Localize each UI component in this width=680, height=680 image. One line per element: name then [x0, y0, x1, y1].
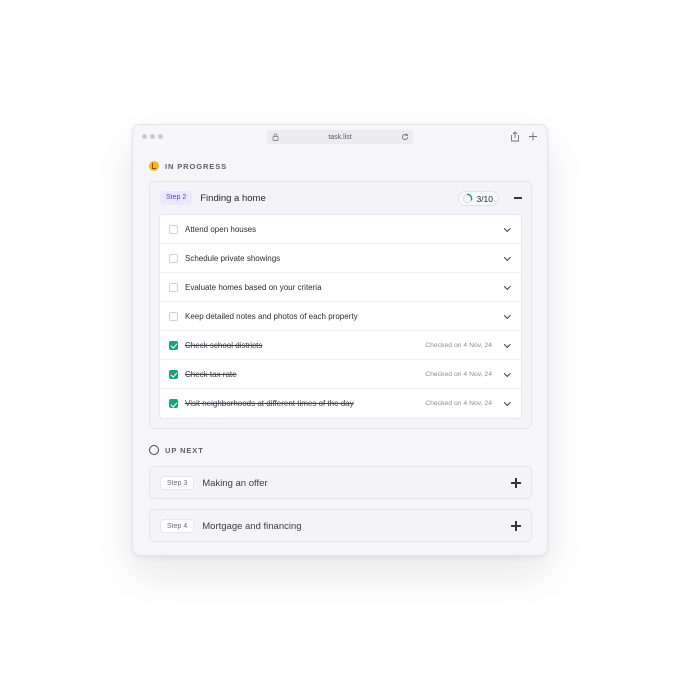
- step-card-finding-a-home: Step 2 Finding a home 3/10 Attend open h…: [149, 181, 532, 429]
- task-row[interactable]: Visit neighborhoods at different times o…: [160, 389, 521, 418]
- step-title: Finding a home: [200, 192, 266, 204]
- expand-plus-icon[interactable]: [511, 478, 521, 488]
- step-badge: Step 2: [160, 191, 193, 205]
- task-label: Check school districts: [185, 340, 263, 350]
- task-row[interactable]: Attend open houses: [160, 215, 521, 244]
- checked-on-date: Checked on 4 Nov, 24: [425, 370, 492, 378]
- collapse-icon[interactable]: [513, 193, 523, 203]
- browser-actions: [510, 131, 538, 142]
- browser-window: task.list IN PROGRESS Step 2 Finding a h…: [132, 124, 548, 556]
- lock-icon: [272, 133, 279, 141]
- step-card-making-an-offer[interactable]: Step 3 Making an offer: [149, 466, 532, 499]
- new-tab-plus-icon[interactable]: [528, 131, 538, 142]
- task-row[interactable]: Keep detailed notes and photos of each p…: [160, 302, 521, 331]
- chevron-down-icon[interactable]: [504, 400, 510, 406]
- task-checkbox-checked[interactable]: [169, 399, 178, 408]
- close-window-dot[interactable]: [142, 134, 147, 139]
- minimize-window-dot[interactable]: [150, 134, 155, 139]
- task-row[interactable]: Check school districts Checked on 4 Nov, …: [160, 331, 521, 360]
- step-title: Making an offer: [202, 477, 268, 489]
- task-label: Check tax rate: [185, 369, 237, 379]
- expand-plus-icon[interactable]: [511, 521, 521, 531]
- chevron-down-icon[interactable]: [504, 313, 510, 319]
- task-checkbox-checked[interactable]: [169, 340, 178, 350]
- task-row[interactable]: Check tax rate Checked on 4 Nov, 24: [160, 360, 521, 389]
- task-row[interactable]: Evaluate homes based on your criteria: [160, 273, 521, 302]
- up-next-section-heading: UP NEXT: [149, 445, 204, 455]
- task-label: Visit neighborhoods at different times o…: [185, 399, 354, 408]
- checked-on-date: Checked on 4 Nov, 24: [425, 400, 492, 407]
- task-label: Keep detailed notes and photos of each p…: [185, 311, 358, 321]
- progress-indicator: 3/10: [458, 191, 499, 206]
- window-controls: [142, 134, 163, 139]
- step-badge: Step 3: [160, 476, 195, 490]
- step-title: Mortgage and financing: [202, 520, 302, 532]
- up-next-icon: [149, 445, 159, 455]
- task-checkbox[interactable]: [169, 224, 178, 234]
- address-bar[interactable]: task.list: [267, 130, 413, 144]
- step-card-header[interactable]: Step 2 Finding a home 3/10: [150, 182, 531, 214]
- reload-icon[interactable]: [401, 133, 409, 141]
- chevron-down-icon[interactable]: [504, 371, 510, 377]
- chevron-down-icon[interactable]: [504, 342, 510, 348]
- task-row[interactable]: Schedule private showings: [160, 244, 521, 273]
- task-list: Attend open houses Schedule private showi…: [159, 214, 522, 419]
- step-card-mortgage-and-financing[interactable]: Step 4 Mortgage and financing: [149, 509, 532, 542]
- step-card-header[interactable]: Step 3 Making an offer: [150, 467, 531, 499]
- maximize-window-dot[interactable]: [158, 134, 163, 139]
- step-card-header[interactable]: Step 4 Mortgage and financing: [150, 510, 531, 542]
- task-label: Attend open houses: [185, 224, 257, 234]
- in-progress-section-heading: IN PROGRESS: [149, 161, 227, 171]
- task-label: Schedule private showings: [185, 253, 281, 263]
- checked-on-date: Checked on 4 Nov, 24: [425, 341, 492, 349]
- address-text: task.list: [328, 133, 352, 141]
- in-progress-icon: [149, 161, 159, 171]
- task-checkbox[interactable]: [169, 282, 178, 292]
- progress-ring-icon: [463, 193, 473, 204]
- task-checkbox-checked[interactable]: [169, 369, 178, 379]
- task-checkbox[interactable]: [169, 253, 178, 263]
- chevron-down-icon[interactable]: [504, 226, 510, 232]
- share-icon[interactable]: [510, 131, 520, 142]
- up-next-heading-text: UP NEXT: [165, 445, 204, 455]
- step-badge: Step 4: [160, 519, 195, 533]
- chevron-down-icon[interactable]: [504, 284, 510, 290]
- browser-titlebar: task.list: [133, 125, 547, 149]
- task-label: Evaluate homes based on your criteria: [185, 282, 322, 292]
- in-progress-heading-text: IN PROGRESS: [165, 161, 227, 171]
- chevron-down-icon[interactable]: [504, 255, 510, 261]
- progress-count: 3/10: [476, 193, 493, 204]
- task-checkbox[interactable]: [169, 311, 178, 321]
